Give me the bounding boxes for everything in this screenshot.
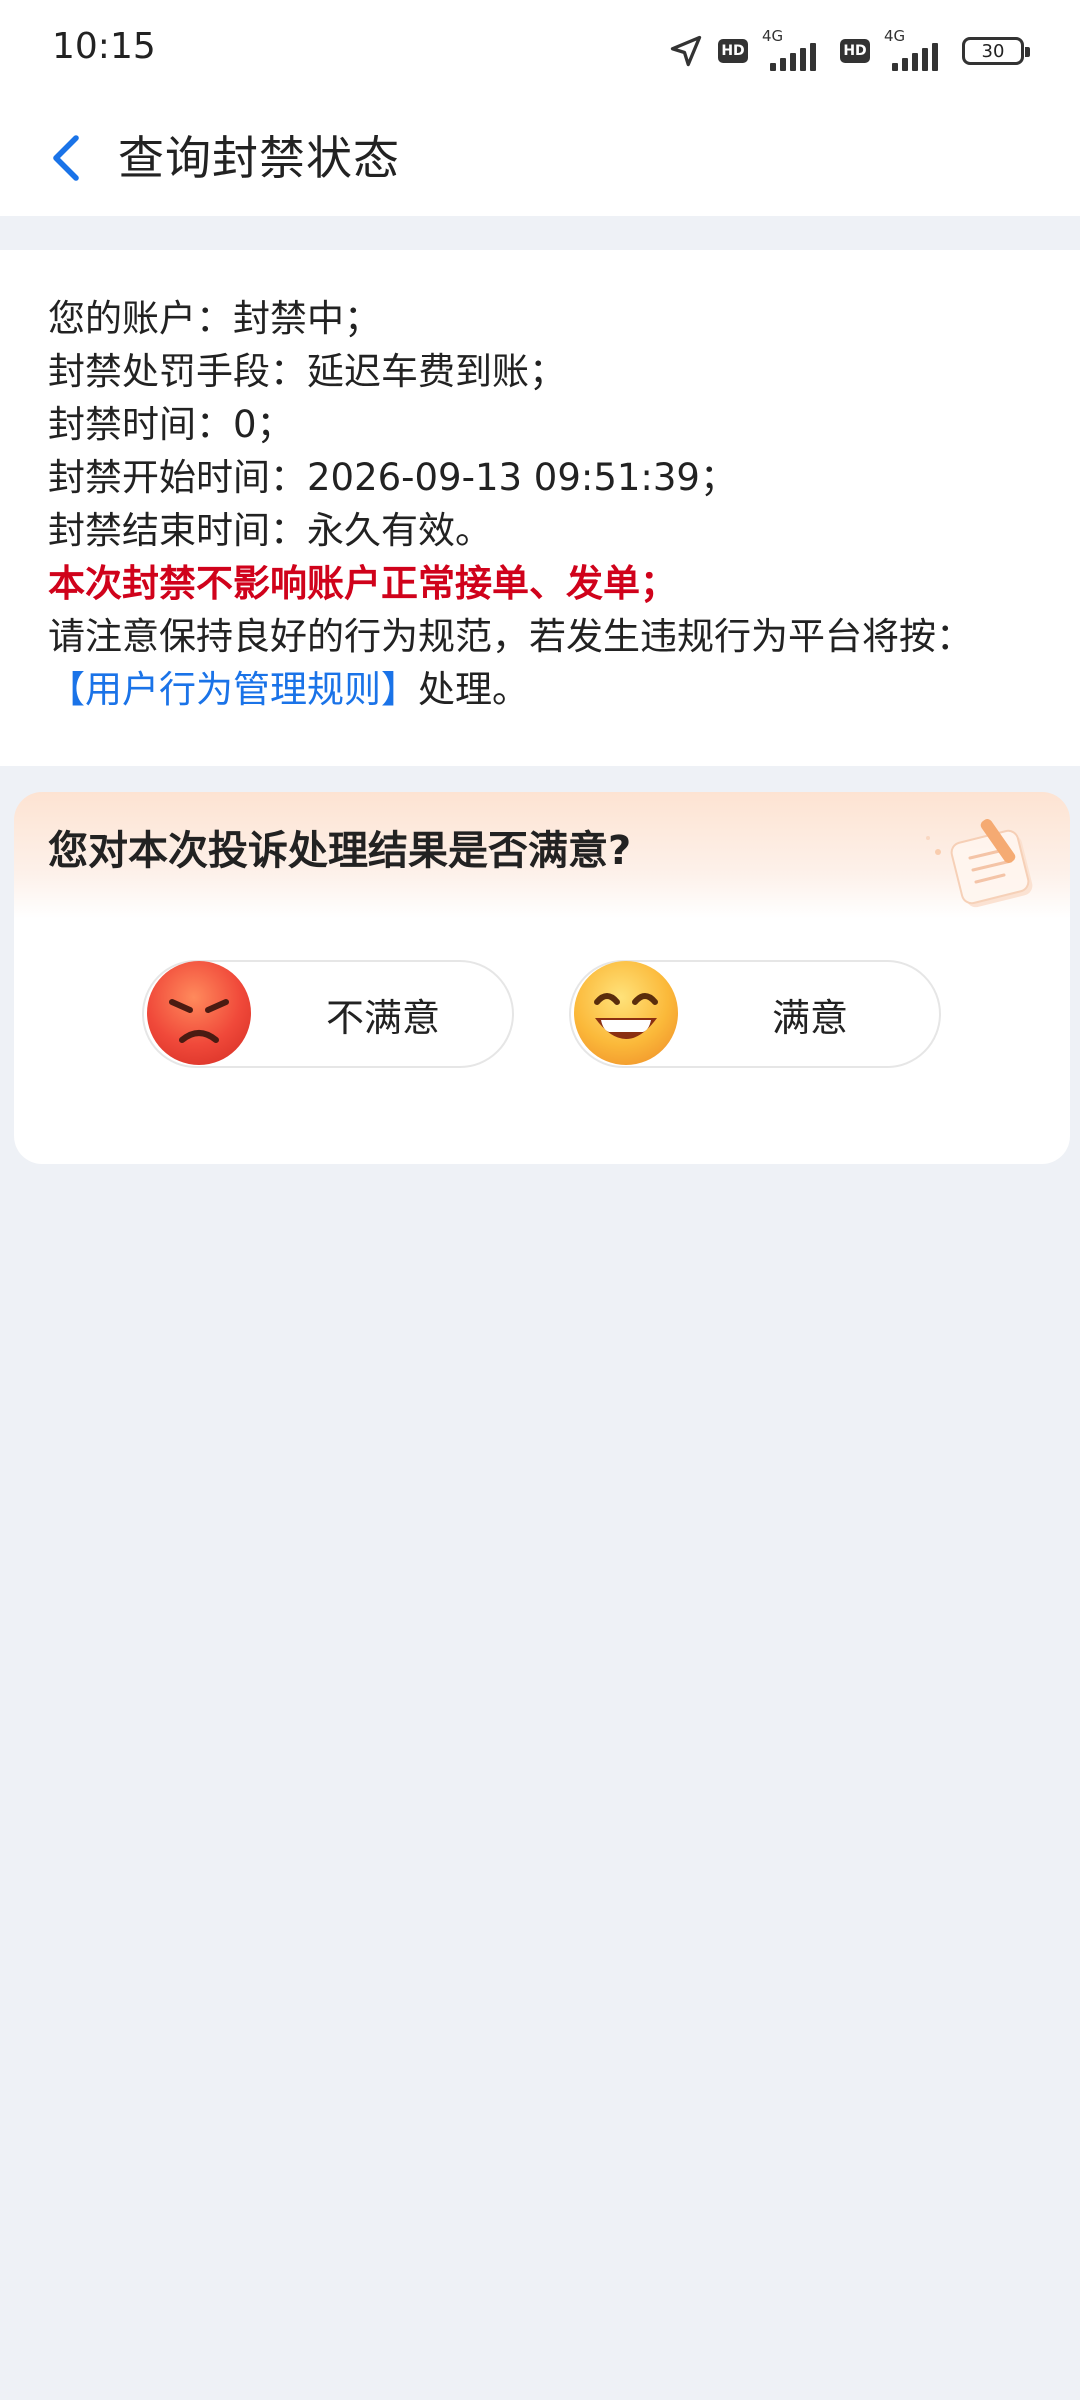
dissatisfied-button[interactable]: 不满意 — [142, 960, 514, 1068]
status-time: 10:15 — [52, 26, 156, 67]
ban-duration: 封禁时间：0； — [48, 403, 294, 446]
header: 查询封禁状态 — [0, 100, 1080, 216]
survey-question: 您对本次投诉处理结果是否满意? — [48, 828, 632, 874]
rule-line: 【用户行为管理规则】处理。 — [48, 663, 1032, 716]
hd-badge: HD — [718, 39, 748, 63]
ban-end-time: 封禁结束时间：永久有效。 — [48, 509, 492, 552]
penalty-method: 封禁处罚手段：延迟车费到账； — [48, 350, 566, 393]
rule-link[interactable]: 【用户行为管理规则】 — [48, 668, 418, 711]
status-icons: HD 4G HD 4G 30 — [668, 27, 1030, 74]
ban-info-card: 您的账户：封禁中； 封禁处罚手段：延迟车费到账； 封禁时间：0； 封禁开始时间：… — [0, 250, 1080, 766]
satisfaction-survey-card: 您对本次投诉处理结果是否满意? 不满意 满意 — [14, 792, 1070, 1164]
hd-badge-2: HD — [840, 39, 870, 63]
battery-level: 30 — [981, 40, 1005, 62]
rule-suffix: 处理。 — [418, 668, 529, 711]
signal-icon-2: 4G — [884, 27, 948, 71]
behavior-advice: 请注意保持良好的行为规范，若发生违规行为平台将按： — [48, 615, 973, 658]
ban-start-time: 封禁开始时间：2026-09-13 09:51:39； — [48, 456, 737, 499]
grinning-face-icon — [574, 961, 678, 1065]
signal-icon: 4G — [762, 27, 826, 71]
satisfied-button[interactable]: 满意 — [569, 960, 941, 1068]
back-button[interactable] — [36, 126, 100, 190]
angry-face-icon — [147, 961, 251, 1065]
ban-notice: 本次封禁不影响账户正常接单、发单； — [48, 562, 677, 605]
location-arrow-icon — [670, 35, 702, 67]
page-title: 查询封禁状态 — [118, 131, 400, 185]
status-bar: 10:15 HD 4G HD 4G 30 — [0, 0, 1080, 100]
account-status: 您的账户：封禁中； — [48, 297, 381, 340]
battery-icon: 30 — [962, 37, 1030, 65]
note-pencil-icon — [926, 819, 1033, 908]
dissatisfied-label: 不满意 — [325, 995, 440, 1040]
page: 10:15 HD 4G HD 4G 30 查询封禁状态 您的账户：封禁中； 封禁… — [0, 0, 1080, 2400]
chevron-left-icon — [53, 135, 79, 181]
satisfied-label: 满意 — [771, 995, 848, 1040]
